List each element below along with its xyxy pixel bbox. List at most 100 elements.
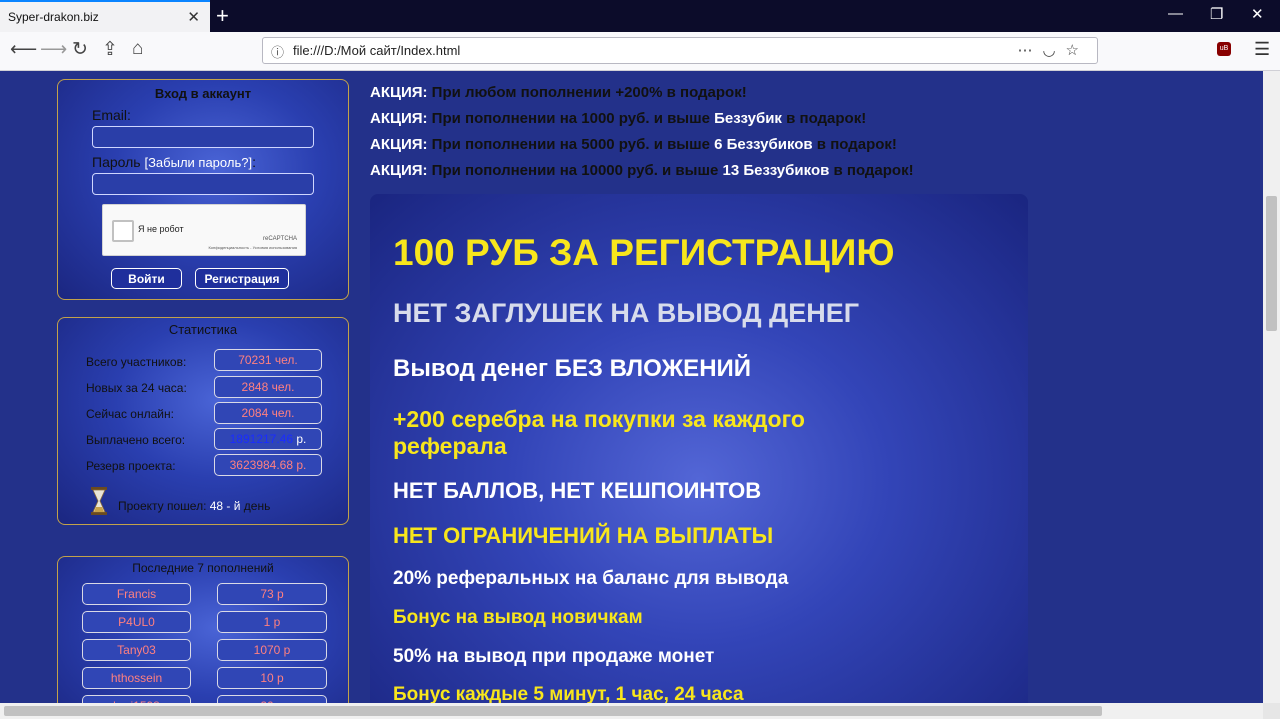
more-icon: ⋯ xyxy=(1017,42,1043,59)
stats-panel: Статистика Всего участников: 70231 чел. … xyxy=(57,317,349,525)
scrollbar-corner xyxy=(1263,703,1280,719)
register-button[interactable]: Регистрация xyxy=(195,268,289,289)
stat-label-new: Новых за 24 часа: xyxy=(86,381,187,395)
promo-head: АКЦИЯ: xyxy=(370,162,428,179)
reload-icon[interactable]: ↻ xyxy=(72,38,88,61)
promo-head: АКЦИЯ: xyxy=(370,136,428,153)
feature-item: НЕТ ОГРАНИЧЕНИЙ НА ВЫПЛАТЫ xyxy=(393,523,774,548)
stat-value-paid: 1891217.46 р. xyxy=(214,428,322,450)
project-days: Проекту пошел: 48 - й день xyxy=(118,499,270,513)
feature-item: НЕТ ЗАГЛУШЕК НА ВЫВОД ДЕНЕГ xyxy=(393,298,860,328)
feature-item: +200 серебра на покупки за каждого xyxy=(393,406,805,432)
email-field[interactable] xyxy=(92,126,314,148)
deposits-panel: Последние 7 пополнений Francis 73 р P4UL… xyxy=(57,556,349,703)
feature-item: Бонус каждые 5 минут, 1 час, 24 часа xyxy=(393,684,744,703)
pocket-icon: ◡ xyxy=(1042,42,1066,59)
page-actions[interactable]: ⋯◡☆ xyxy=(1017,41,1089,59)
home-icon[interactable]: ⌂ xyxy=(132,38,143,60)
password-colon: : xyxy=(252,154,256,170)
feature-item: реферала xyxy=(393,433,507,459)
days-value: 48 - й xyxy=(209,499,241,513)
promo-tail: в подарок! xyxy=(829,162,914,179)
days-prefix: Проекту пошел: xyxy=(118,499,210,513)
stats-title: Статистика xyxy=(168,322,238,337)
deposit-amount: 1070 р xyxy=(217,639,327,661)
login-button[interactable]: Войти xyxy=(111,268,182,289)
feature-item: 50% на вывод при продаже монет xyxy=(393,646,715,667)
tab-title: Syper-drakon.biz xyxy=(8,10,99,24)
horizontal-scroll-thumb[interactable] xyxy=(4,706,1102,716)
paid-currency: р. xyxy=(293,432,307,446)
promo-line: АКЦИЯ: При пополнении на 10000 руб. и вы… xyxy=(370,162,914,179)
new-tab-icon[interactable]: + xyxy=(216,3,229,29)
forgot-password-link[interactable]: [Забыли пароль?] xyxy=(144,155,252,170)
page-content: Вход в аккаунт Email: Пароль [Забыли пар… xyxy=(0,71,1263,703)
deposit-name: Tany03 xyxy=(82,639,191,661)
feature-item: Бонус на вывод новичкам xyxy=(393,607,643,628)
stat-value-members: 70231 чел. xyxy=(214,349,322,371)
promo-highlight: Беззубик xyxy=(714,110,782,127)
promo-text: При пополнении на 10000 руб. и выше xyxy=(427,162,723,179)
hamburger-menu-icon[interactable]: ☰ xyxy=(1254,39,1270,60)
deposits-title: Последние 7 пополнений xyxy=(132,561,274,575)
recaptcha-links[interactable]: Конфиденциальность - Условия использован… xyxy=(208,245,297,250)
stat-value-online: 2084 чел. xyxy=(214,402,322,424)
recaptcha-label: Я не робот xyxy=(138,224,184,234)
stat-label-reserve: Резерв проекта: xyxy=(86,459,176,473)
deposit-name: hthossein xyxy=(82,667,191,689)
stat-label-online: Сейчас онлайн: xyxy=(86,407,174,421)
minimize-icon[interactable]: — xyxy=(1168,5,1183,22)
paid-amount: 1891217.46 xyxy=(229,432,294,446)
login-title: Вход в аккаунт xyxy=(154,86,252,101)
password-label: Пароль xyxy=(92,154,141,170)
window-close-icon[interactable]: ✕ xyxy=(1251,5,1264,23)
feature-headline: 100 РУБ ЗА РЕГИСТРАЦИЮ xyxy=(393,232,895,273)
recaptcha-checkbox[interactable] xyxy=(112,220,134,242)
ublock-icon[interactable]: uB xyxy=(1217,42,1231,56)
hourglass-icon xyxy=(91,487,107,515)
vertical-scrollbar[interactable] xyxy=(1263,71,1280,703)
vertical-scroll-thumb[interactable] xyxy=(1266,196,1277,331)
stat-label-members: Всего участников: xyxy=(86,355,187,369)
promo-head: АКЦИЯ: xyxy=(370,110,428,127)
deposit-amount: 73 р xyxy=(217,583,327,605)
url-bar[interactable]: ⓘ file:///D:/Мой сайт/Index.html ⋯◡☆ xyxy=(262,37,1098,64)
promo-text: При любом пополнении +200% в подарок! xyxy=(427,84,747,101)
stat-label-paid: Выплачено всего: xyxy=(86,433,186,447)
restore-icon[interactable]: ❐ xyxy=(1210,5,1223,23)
library-icon[interactable]: ⇪ xyxy=(102,38,118,61)
promo-tail: в подарок! xyxy=(812,136,897,153)
deposit-amount: 10 р xyxy=(217,667,327,689)
promo-text: При пополнении на 5000 руб. и выше xyxy=(427,136,715,153)
days-suffix: день xyxy=(240,499,271,513)
promo-line: АКЦИЯ: При пополнении на 5000 руб. и выш… xyxy=(370,136,897,153)
feature-item: НЕТ БАЛЛОВ, НЕТ КЕШПОИНТОВ xyxy=(393,478,762,503)
promo-tail: в подарок! xyxy=(781,110,867,127)
deposit-amount: 1 р xyxy=(217,611,327,633)
feature-item: Вывод денег БЕЗ ВЛОЖЕНИЙ xyxy=(393,355,752,382)
recaptcha-widget: Я не робот reCAPTCHA Конфиденциальность … xyxy=(102,204,306,256)
features-box: 100 РУБ ЗА РЕГИСТРАЦИЮ НЕТ ЗАГЛУШЕК НА В… xyxy=(370,194,1028,703)
bookmark-star-icon: ☆ xyxy=(1065,42,1089,59)
forward-icon[interactable]: ⟶ xyxy=(40,38,67,61)
deposit-name: P4UL0 xyxy=(82,611,191,633)
info-icon[interactable]: ⓘ xyxy=(271,42,284,61)
email-label: Email: xyxy=(92,107,131,123)
recaptcha-brand: reCAPTCHA xyxy=(262,236,297,242)
deposit-amount: 20 р xyxy=(217,695,327,703)
promo-line: АКЦИЯ: При пополнении на 1000 руб. и выш… xyxy=(370,110,866,127)
feature-item: 20% реферальных на баланс для вывода xyxy=(393,568,789,589)
promo-highlight: 6 Беззубиков xyxy=(714,136,813,153)
stat-value-new: 2848 чел. xyxy=(214,376,322,398)
back-icon[interactable]: ⟵ xyxy=(10,38,37,61)
url-text[interactable]: file:///D:/Мой сайт/Index.html xyxy=(293,43,460,58)
horizontal-scrollbar[interactable] xyxy=(0,703,1263,719)
deposit-name: Francis xyxy=(82,583,191,605)
password-label-row: Пароль [Забыли пароль?]: xyxy=(92,154,256,170)
password-field[interactable] xyxy=(92,173,314,195)
login-panel: Вход в аккаунт Email: Пароль [Забыли пар… xyxy=(57,79,349,300)
tab-bar: Syper-drakon.biz ✕ + — ❐ ✕ xyxy=(0,0,1280,32)
close-icon[interactable]: ✕ xyxy=(187,8,200,26)
tab-active[interactable]: Syper-drakon.biz ✕ xyxy=(0,0,210,32)
promo-text: При пополнении на 1000 руб. и выше xyxy=(427,110,715,127)
